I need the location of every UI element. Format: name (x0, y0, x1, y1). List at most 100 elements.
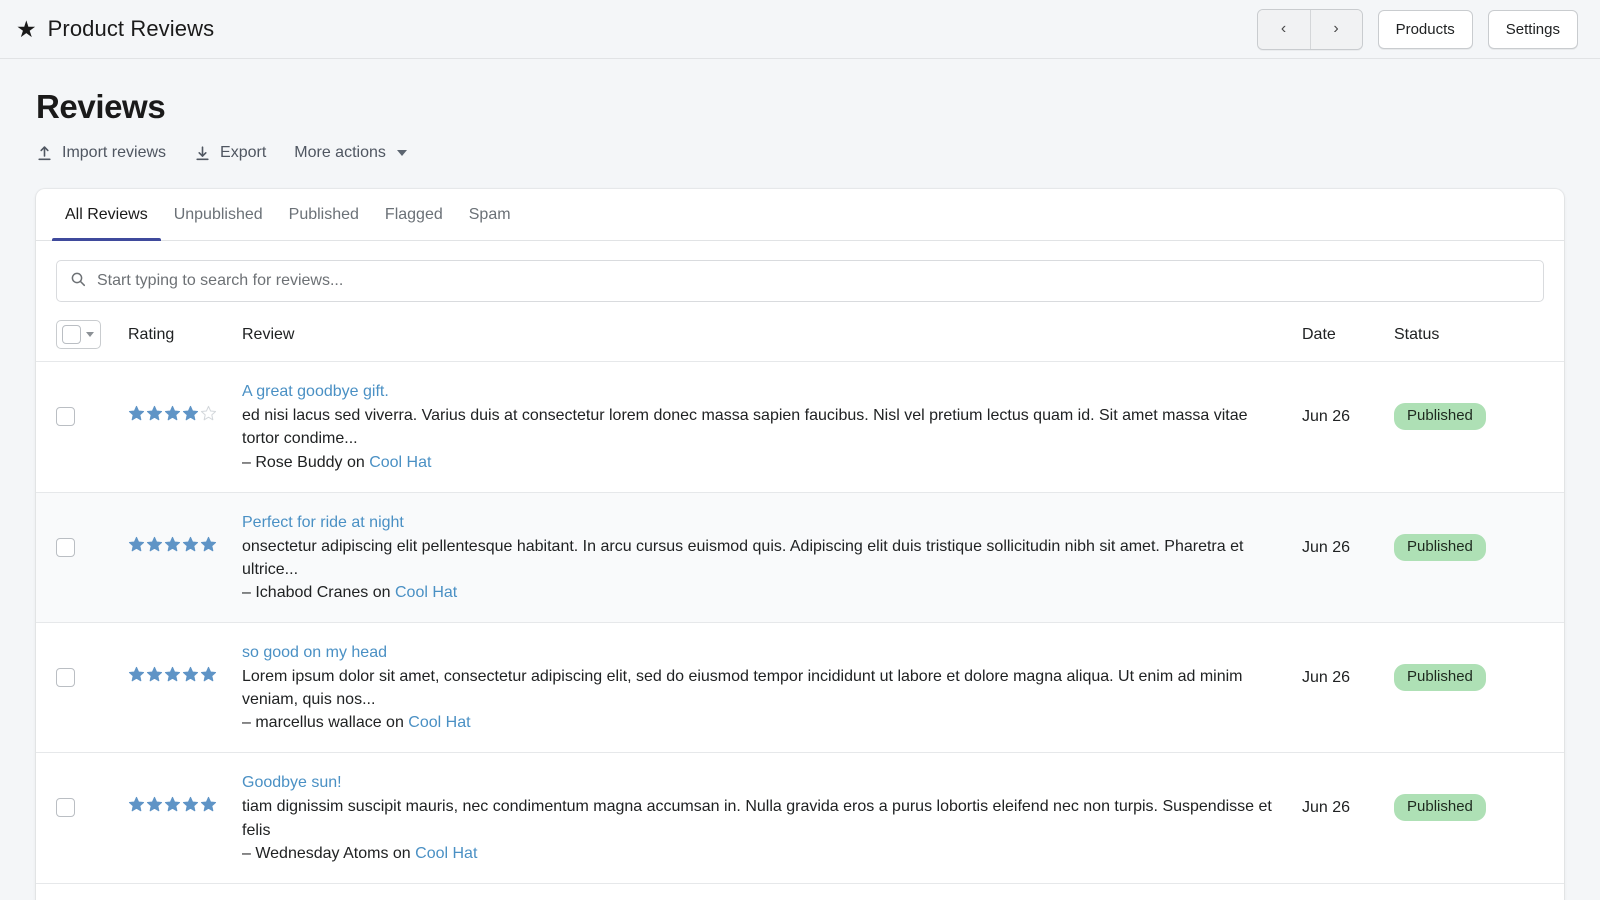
row-date-cell: Jun 26 (1302, 383, 1394, 426)
row-date-cell: Jun 26 (1302, 644, 1394, 687)
review-title-link[interactable]: Perfect for ride at night (242, 514, 404, 532)
star-filled-icon (128, 666, 145, 683)
download-icon (194, 145, 211, 162)
tab-all-reviews[interactable]: All Reviews (52, 189, 161, 240)
review-body: ed nisi lacus sed viverra. Varius duis a… (242, 404, 1278, 450)
review-date: Jun 26 (1302, 669, 1350, 687)
star-rating (128, 796, 217, 813)
review-title-link[interactable]: so good on my head (242, 644, 387, 662)
star-icon: ★ (16, 18, 37, 41)
row-status-cell: Published (1394, 644, 1544, 691)
star-empty-icon (200, 405, 217, 422)
star-filled-icon (128, 536, 145, 553)
column-header-review: Review (242, 326, 1302, 344)
tab-spam[interactable]: Spam (456, 189, 524, 240)
star-rating (128, 536, 217, 553)
table-body: A great goodbye gift. ed nisi lacus sed v… (36, 362, 1564, 900)
table-row[interactable]: Goodbye sun! tiam dignissim suscipit maur… (36, 753, 1564, 883)
search-icon (70, 271, 86, 292)
star-filled-icon (182, 666, 199, 683)
review-product-link[interactable]: Cool Hat (369, 454, 431, 471)
search-input[interactable] (97, 272, 1530, 290)
star-filled-icon (164, 405, 181, 422)
review-product-link[interactable]: Cool Hat (415, 845, 477, 862)
more-actions-button[interactable]: More actions (294, 142, 407, 164)
row-checkbox[interactable] (56, 668, 75, 687)
tab-flagged[interactable]: Flagged (372, 189, 456, 240)
tab-bar: All Reviews Unpublished Published Flagge… (36, 189, 1564, 241)
row-review-cell: A great goodbye gift. ed nisi lacus sed v… (242, 383, 1302, 471)
column-header-status: Status (1394, 326, 1544, 344)
select-all-checkbox[interactable] (62, 325, 81, 344)
tab-published[interactable]: Published (276, 189, 372, 240)
star-rating (128, 405, 217, 422)
page-actions: Import reviews Export More actions (36, 142, 1564, 164)
reviews-card: All Reviews Unpublished Published Flagge… (36, 189, 1564, 900)
star-filled-icon (200, 536, 217, 553)
review-date: Jun 26 (1302, 408, 1350, 426)
app-title: Product Reviews (48, 16, 215, 42)
products-button[interactable]: Products (1378, 10, 1473, 49)
star-filled-icon (146, 666, 163, 683)
row-checkbox[interactable] (56, 798, 75, 817)
review-body: tiam dignissim suscipit mauris, nec cond… (242, 795, 1278, 841)
star-filled-icon (128, 405, 145, 422)
star-filled-icon (164, 666, 181, 683)
reviews-table: Rating Review Date Status A great goodby… (36, 320, 1564, 900)
star-filled-icon (200, 796, 217, 813)
upload-icon (36, 145, 53, 162)
star-filled-icon (146, 536, 163, 553)
settings-button[interactable]: Settings (1488, 10, 1578, 49)
review-body: onsectetur adipiscing elit pellentesque … (242, 535, 1278, 581)
table-row[interactable]: Perfect for ride at night onsectetur adip… (36, 492, 1564, 623)
import-reviews-button[interactable]: Import reviews (36, 142, 166, 164)
row-checkbox[interactable] (56, 407, 75, 426)
status-badge: Published (1394, 534, 1486, 561)
star-filled-icon (146, 796, 163, 813)
star-filled-icon (164, 796, 181, 813)
export-button[interactable]: Export (194, 142, 266, 164)
review-author: – Rose Buddy on Cool Hat (242, 454, 1278, 472)
review-title-link[interactable]: Goodbye sun! (242, 774, 342, 792)
top-bar-actions: ‹ › Products Settings (1257, 9, 1578, 50)
review-product-link[interactable]: Cool Hat (395, 584, 457, 601)
row-select-cell (56, 644, 128, 687)
select-all-control[interactable] (56, 320, 101, 349)
page-header: Reviews Import reviews Export (0, 59, 1600, 164)
star-filled-icon (200, 666, 217, 683)
star-filled-icon (164, 536, 181, 553)
more-actions-label: More actions (294, 144, 386, 162)
row-rating-cell (128, 383, 242, 422)
row-checkbox[interactable] (56, 538, 75, 557)
row-rating-cell (128, 514, 242, 553)
row-review-cell: Perfect for ride at night onsectetur adip… (242, 514, 1302, 602)
row-review-cell: so good on my headLorem ipsum dolor sit … (242, 644, 1302, 732)
table-row[interactable]: so good on my headLorem ipsum dolor sit … (36, 623, 1564, 753)
star-filled-icon (146, 405, 163, 422)
star-filled-icon (182, 536, 199, 553)
search-area (36, 241, 1564, 302)
export-label: Export (220, 144, 266, 162)
row-review-cell: Goodbye sun! tiam dignissim suscipit maur… (242, 774, 1302, 862)
nav-next-button[interactable]: › (1310, 10, 1362, 49)
review-title-link[interactable]: A great goodbye gift. (242, 383, 389, 401)
row-date-cell: Jun 26 (1302, 514, 1394, 557)
chevron-down-icon[interactable] (86, 332, 94, 337)
star-filled-icon (128, 796, 145, 813)
review-date: Jun 26 (1302, 799, 1350, 817)
review-author: – Ichabod Cranes on Cool Hat (242, 584, 1278, 602)
table-row[interactable]: A great goodbye gift. ed nisi lacus sed v… (36, 362, 1564, 492)
review-product-link[interactable]: Cool Hat (408, 714, 470, 731)
nav-previous-button[interactable]: ‹ (1258, 10, 1310, 49)
row-status-cell: Published (1394, 514, 1544, 561)
table-row[interactable]: I wish it was a snapback!Sed non diam pu… (36, 884, 1564, 900)
row-rating-cell (128, 644, 242, 683)
import-reviews-label: Import reviews (62, 144, 166, 162)
table-header-row: Rating Review Date Status (36, 320, 1564, 362)
top-bar: ★ Product Reviews ‹ › Products Settings (0, 0, 1600, 59)
tab-unpublished[interactable]: Unpublished (161, 189, 276, 240)
search-box[interactable] (56, 260, 1544, 302)
review-author: – Wednesday Atoms on Cool Hat (242, 845, 1278, 863)
select-all-cell (56, 320, 128, 349)
row-rating-cell (128, 774, 242, 813)
